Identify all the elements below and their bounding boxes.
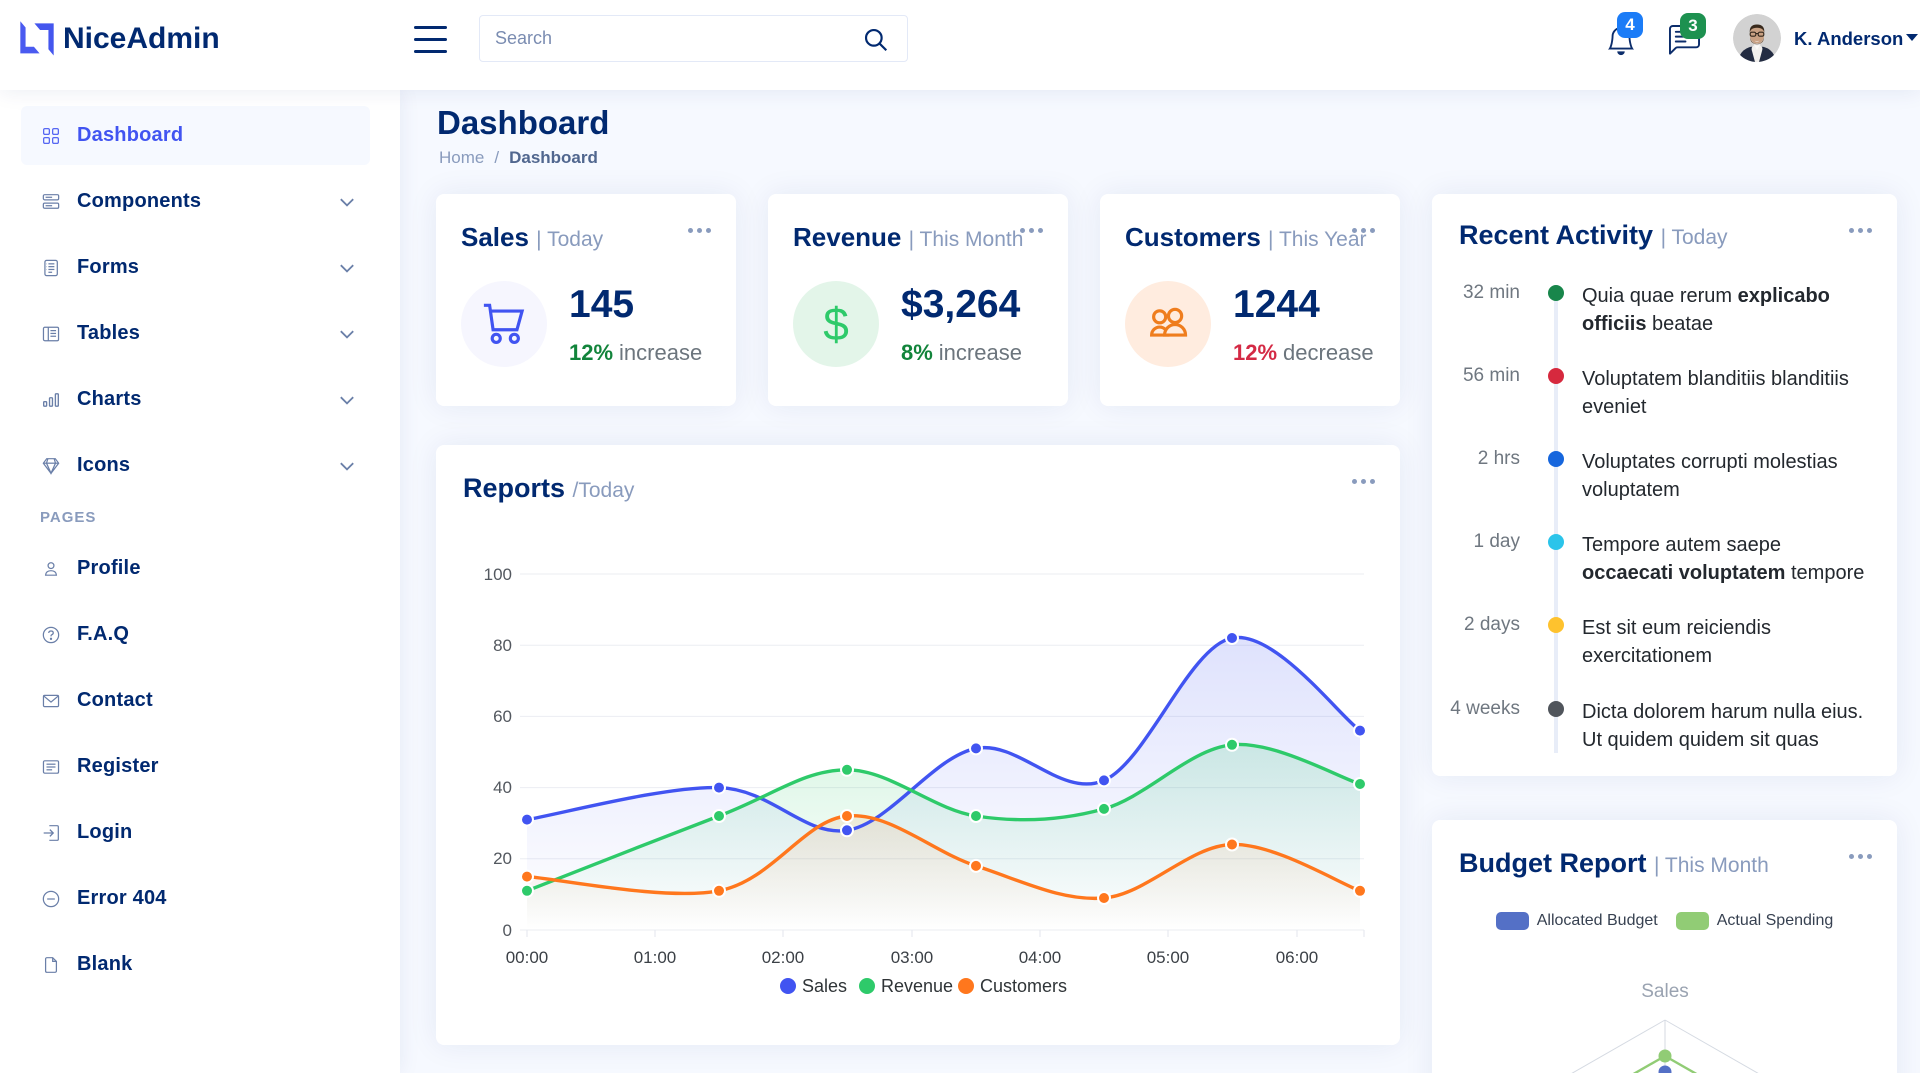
svg-text:20: 20 bbox=[493, 849, 512, 868]
svg-text:Revenue: Revenue bbox=[881, 976, 953, 996]
svg-text:60: 60 bbox=[493, 707, 512, 726]
svg-text:06:00: 06:00 bbox=[1276, 948, 1319, 967]
svg-text:00:00: 00:00 bbox=[506, 948, 549, 967]
svg-text:01:00: 01:00 bbox=[634, 948, 677, 967]
svg-text:0: 0 bbox=[503, 921, 512, 940]
svg-text:04:00: 04:00 bbox=[1019, 948, 1062, 967]
svg-text:Sales: Sales bbox=[1641, 981, 1689, 1002]
svg-text:Customers: Customers bbox=[980, 976, 1067, 996]
svg-text:02:00: 02:00 bbox=[762, 948, 805, 967]
svg-text:03:00: 03:00 bbox=[891, 948, 934, 967]
svg-text:100: 100 bbox=[484, 565, 512, 584]
svg-text:05:00: 05:00 bbox=[1147, 948, 1190, 967]
svg-text:40: 40 bbox=[493, 778, 512, 797]
svg-text:Sales: Sales bbox=[802, 976, 847, 996]
svg-text:80: 80 bbox=[493, 636, 512, 655]
